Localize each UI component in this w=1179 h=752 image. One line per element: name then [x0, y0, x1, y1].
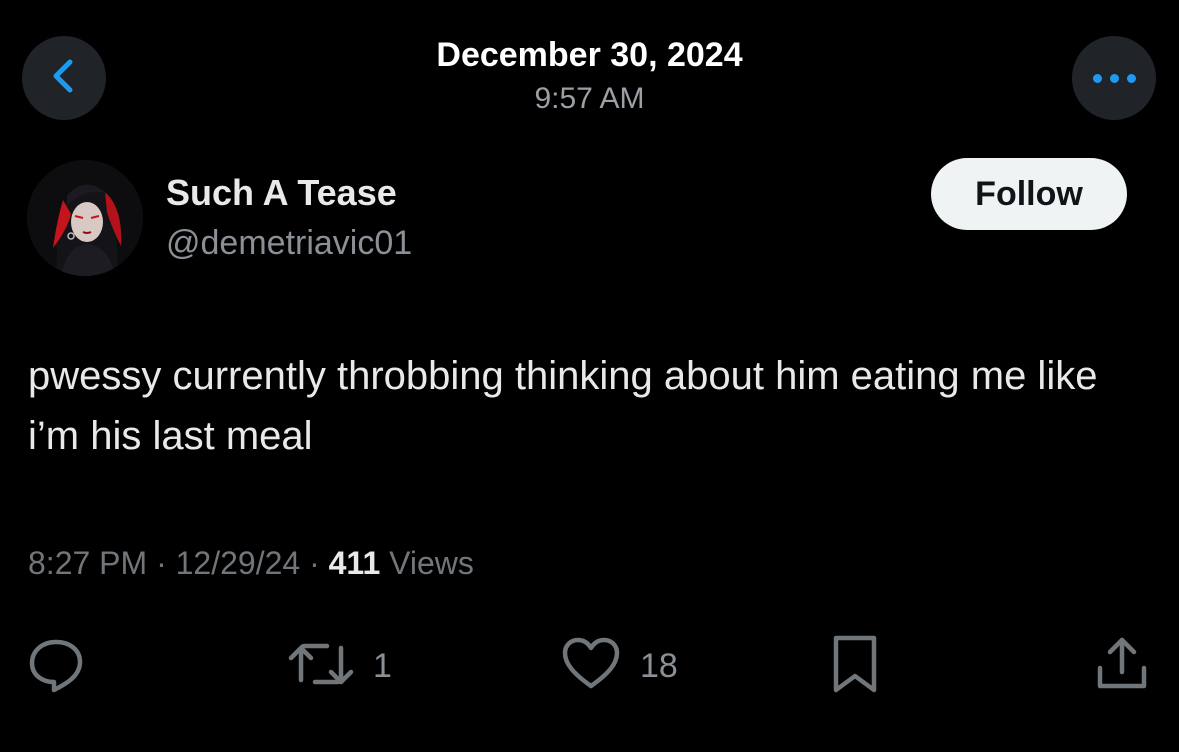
bookmark-button[interactable] — [828, 634, 882, 699]
meta-separator: · — [156, 545, 167, 581]
avatar-image — [27, 160, 143, 276]
retweet-count: 1 — [373, 646, 392, 685]
posted-date: 12/29/24 — [175, 545, 301, 581]
bookmark-icon — [828, 634, 882, 699]
avatar[interactable] — [27, 160, 143, 276]
tweet-detail-screen: December 30, 2024 9:57 AM Such A Tease @… — [0, 0, 1179, 752]
share-icon — [1092, 634, 1152, 699]
follow-button[interactable]: Follow — [931, 158, 1127, 230]
views-count[interactable]: 411 — [329, 545, 381, 581]
tweet-text: pwessy currently throbbing thinking abou… — [28, 354, 1098, 458]
reply-icon — [26, 634, 86, 699]
meta-separator: · — [309, 545, 320, 581]
posted-time: 8:27 PM — [28, 545, 148, 581]
reply-button[interactable] — [26, 636, 86, 696]
views-label[interactable]: Views — [389, 545, 474, 581]
share-button[interactable] — [1092, 636, 1152, 696]
retweet-icon — [287, 634, 355, 699]
header-date: December 30, 2024 — [436, 36, 743, 74]
more-horizontal-icon — [1092, 73, 1136, 83]
heart-icon — [560, 634, 622, 699]
like-button[interactable]: 18 — [560, 636, 678, 696]
retweet-button[interactable]: 1 — [287, 636, 392, 696]
like-count: 18 — [640, 646, 678, 685]
tweet-meta: 8:27 PM · 12/29/24 · 411 Views — [28, 545, 474, 582]
header-time: 9:57 AM — [534, 82, 645, 115]
author-display-name[interactable]: Such A Tease — [166, 172, 397, 214]
more-options-button[interactable] — [1072, 36, 1156, 120]
author-handle[interactable]: @demetriavic01 — [166, 224, 412, 263]
